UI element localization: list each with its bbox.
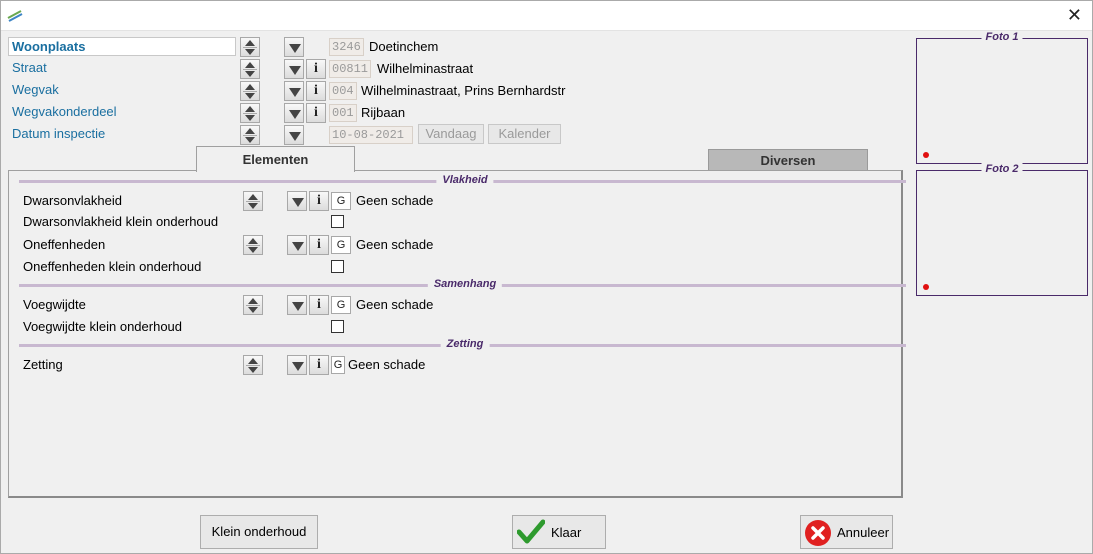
klaar-label: Klaar xyxy=(551,525,582,540)
cancel-icon xyxy=(805,520,831,546)
element-label: Dwarsonvlakheid klein onderhoud xyxy=(23,214,219,229)
element-label: Voegwijdte klein onderhoud xyxy=(23,319,183,334)
chevron-down-icon xyxy=(289,44,301,53)
foto-1-title: Foto 1 xyxy=(981,31,1023,43)
straat-info-icon[interactable]: i xyxy=(306,59,326,79)
checkmark-icon xyxy=(517,519,545,544)
datum-value[interactable]: 10-08-2021 xyxy=(329,126,413,144)
zetting-dropdown-button[interactable] xyxy=(287,355,307,375)
zetting-code[interactable]: G xyxy=(331,356,345,374)
straat-dropdown-button[interactable] xyxy=(284,59,304,79)
close-icon[interactable]: ✕ xyxy=(1067,5,1082,26)
straat-label: Straat xyxy=(12,60,47,75)
chevron-down-icon xyxy=(289,88,301,97)
wegvakonderdeel-label: Wegvakonderdeel xyxy=(12,104,117,119)
title-separator xyxy=(1,30,1092,31)
oneffenheden-value: Geen schade xyxy=(356,237,434,252)
annuleer-label: Annuleer xyxy=(837,525,890,540)
datum-spinner[interactable] xyxy=(240,125,260,145)
woonplaats-dropdown-button[interactable] xyxy=(284,37,304,57)
wegvakonderdeel-value: Rijbaan xyxy=(361,105,406,120)
wegvak-label: Wegvak xyxy=(12,82,59,97)
oneffenheden-spinner[interactable] xyxy=(243,235,263,255)
wegvak-value: Wilhelminastraat, Prins Bernhardstr xyxy=(361,83,566,98)
dwarsonvlakheid-info-icon[interactable]: i xyxy=(309,191,329,211)
datum-dropdown-button[interactable] xyxy=(284,125,304,145)
status-dot-icon xyxy=(923,152,929,158)
chevron-down-icon xyxy=(292,362,304,371)
elementen-panel: Vlakheid Dwarsonvlakheid i G Geen schade… xyxy=(8,170,906,498)
title-bar: ✕ xyxy=(1,1,1092,30)
vandaag-button[interactable]: Vandaag xyxy=(418,124,484,144)
voegwijdte-spinner[interactable] xyxy=(243,295,263,315)
status-dot-icon xyxy=(923,284,929,290)
oneffenheden-info-icon[interactable]: i xyxy=(309,235,329,255)
straat-code: 00811 xyxy=(329,60,372,78)
chevron-down-icon xyxy=(292,302,304,311)
oneffenheden-dropdown-button[interactable] xyxy=(287,235,307,255)
chevron-down-icon xyxy=(292,198,304,207)
zetting-spinner[interactable] xyxy=(243,355,263,375)
wegvakonderdeel-code: 001 xyxy=(329,104,357,122)
section-zetting: Zetting xyxy=(19,338,906,352)
kalender-button[interactable]: Kalender xyxy=(488,124,561,144)
tab-diversen[interactable]: Diversen xyxy=(708,149,868,171)
voegwijdte-value: Geen schade xyxy=(356,297,434,312)
section-samenhang: Samenhang xyxy=(19,278,906,292)
element-label: Oneffenheden klein onderhoud xyxy=(23,259,202,274)
klaar-button[interactable]: Klaar xyxy=(512,515,606,549)
klein-onderhoud-button[interactable]: Klein onderhoud xyxy=(200,515,318,549)
wegvakonderdeel-spinner[interactable] xyxy=(240,103,260,123)
voegwijdte-dropdown-button[interactable] xyxy=(287,295,307,315)
chevron-down-icon xyxy=(289,66,301,75)
dwarsonvlakheid-dropdown-button[interactable] xyxy=(287,191,307,211)
element-label: Voegwijdte xyxy=(23,297,86,312)
oneffenheden-klein-onderhoud-checkbox[interactable] xyxy=(331,260,344,273)
dwarsonvlakheid-value: Geen schade xyxy=(356,193,434,208)
chevron-down-icon xyxy=(292,242,304,251)
voegwijdte-code[interactable]: G xyxy=(331,296,351,314)
dialog-window: ✕ Woonplaats 3246 Doetinchem Straat i 00… xyxy=(0,0,1093,554)
oneffenheden-code[interactable]: G xyxy=(331,236,351,254)
woonplaats-field[interactable]: Woonplaats xyxy=(8,37,236,56)
straat-value: Wilhelminastraat xyxy=(377,61,474,76)
datum-inspectie-label: Datum inspectie xyxy=(12,126,106,141)
section-title: Vlakheid xyxy=(436,174,494,186)
section-title: Zetting xyxy=(440,338,490,350)
woonplaats-spinner[interactable] xyxy=(240,37,260,57)
dwarsonvlakheid-code[interactable]: G xyxy=(331,192,351,210)
foto-2-title: Foto 2 xyxy=(981,163,1023,175)
dwarsonvlakheid-spinner[interactable] xyxy=(243,191,263,211)
chevron-down-icon xyxy=(289,132,301,141)
dwarsonvlakheid-klein-onderhoud-checkbox[interactable] xyxy=(331,215,344,228)
foto-2-frame[interactable]: Foto 2 xyxy=(916,163,1088,296)
wegvak-info-icon[interactable]: i xyxy=(306,81,326,101)
element-label: Oneffenheden xyxy=(23,237,106,252)
foto-1-frame[interactable]: Foto 1 xyxy=(916,31,1088,164)
app-logo-icon xyxy=(7,10,23,22)
wegvak-code: 004 xyxy=(329,82,357,100)
woonplaats-code: 3246 xyxy=(329,38,364,56)
section-title: Samenhang xyxy=(427,278,503,290)
wegvak-dropdown-button[interactable] xyxy=(284,81,304,101)
voegwijdte-klein-onderhoud-checkbox[interactable] xyxy=(331,320,344,333)
section-vlakheid: Vlakheid xyxy=(19,174,906,188)
voegwijdte-info-icon[interactable]: i xyxy=(309,295,329,315)
element-label: Dwarsonvlakheid xyxy=(23,193,122,208)
zetting-info-icon[interactable]: i xyxy=(309,355,329,375)
annuleer-button[interactable]: Annuleer xyxy=(800,515,893,549)
wegvakonderdeel-dropdown-button[interactable] xyxy=(284,103,304,123)
tab-elementen[interactable]: Elementen xyxy=(196,146,355,172)
wegvakonderdeel-info-icon[interactable]: i xyxy=(306,103,326,123)
wegvak-spinner[interactable] xyxy=(240,81,260,101)
straat-spinner[interactable] xyxy=(240,59,260,79)
woonplaats-value: Doetinchem xyxy=(369,39,439,54)
zetting-value: Geen schade xyxy=(348,357,426,372)
element-label: Zetting xyxy=(23,357,63,372)
chevron-down-icon xyxy=(289,110,301,119)
